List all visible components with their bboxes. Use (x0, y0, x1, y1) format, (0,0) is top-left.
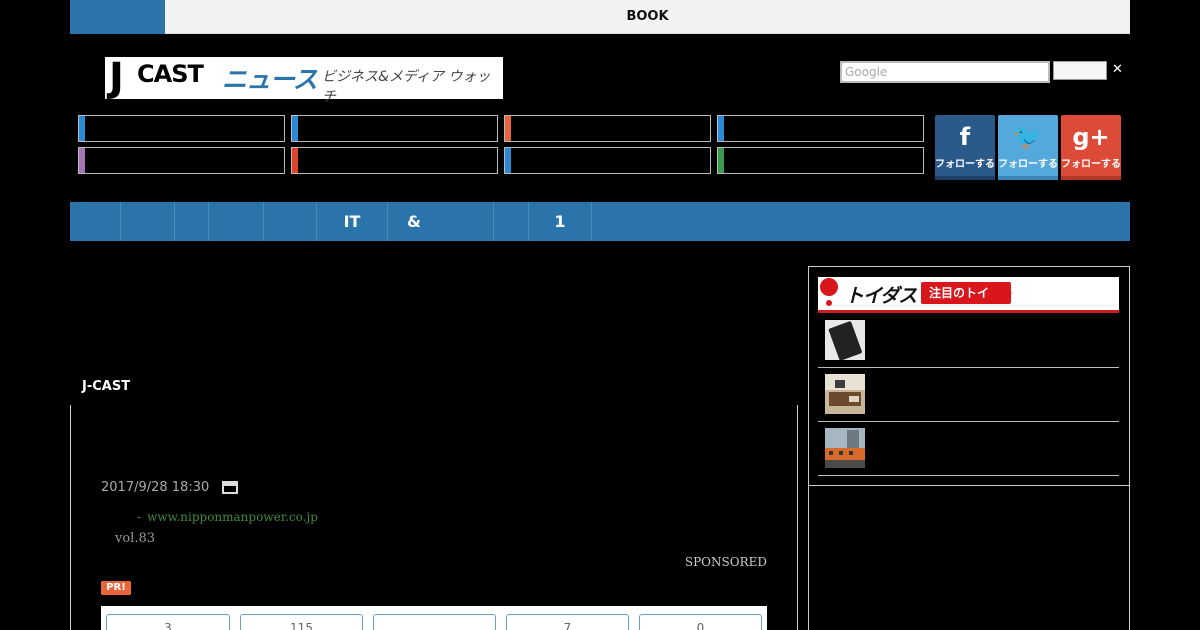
google-plus-follow-button[interactable]: g+ フォローする (1061, 115, 1121, 180)
sponsor-line: - www.nipponmanpower.co.jp (137, 510, 318, 524)
button-shadow (1061, 176, 1121, 180)
category-link[interactable] (504, 147, 711, 174)
main-nav: IT & 1 (70, 202, 1130, 241)
stat-button[interactable]: 3 (106, 614, 230, 630)
google-plus-icon: g+ (1072, 123, 1110, 151)
facebook-follow-button[interactable]: f フォローする (935, 115, 995, 180)
category-link[interactable] (291, 115, 498, 142)
stat-button[interactable]: 115 (240, 614, 363, 630)
category-color-bar (79, 116, 85, 141)
facebook-icon: f (959, 123, 971, 151)
category-color-bar (292, 116, 298, 141)
category-color-bar (292, 148, 298, 173)
nav-item[interactable] (121, 202, 175, 241)
sponsor-link[interactable]: www.nipponmanpower.co.jp (147, 510, 318, 524)
follow-label: フォローする (998, 159, 1058, 170)
button-shadow (998, 176, 1058, 180)
toigus-banner[interactable]: トイダス 注目のトイ (818, 277, 1119, 313)
logo-cast: CAST (137, 60, 204, 88)
pr-badge: PR! (101, 581, 131, 595)
category-color-bar (505, 116, 511, 141)
nav-item[interactable] (264, 202, 317, 241)
page: BOOK J CAST ニュース ビジネス&メディア ウォッチ Google ✕… (0, 0, 1200, 630)
stats-strip: 3 115 7 0 (101, 606, 767, 630)
top-bar: BOOK (70, 0, 1130, 34)
thumbnail-train (825, 428, 865, 468)
nav-item-it[interactable]: IT (317, 202, 388, 241)
sidebar-article-item[interactable] (818, 368, 1119, 422)
nav-item[interactable] (70, 202, 121, 241)
follow-label: フォローする (935, 159, 995, 170)
nav-item-one[interactable]: 1 (529, 202, 592, 241)
logo-news: ニュース (222, 65, 318, 94)
category-color-bar (505, 148, 511, 173)
category-link[interactable] (291, 147, 498, 174)
category-link[interactable] (78, 115, 285, 142)
logo-j: J (109, 55, 124, 101)
sponsored-label: SPONSORED (684, 555, 767, 569)
site-logo[interactable]: J CAST ニュース ビジネス&メディア ウォッチ (105, 55, 503, 105)
toigus-brand: トイダス (845, 285, 917, 307)
close-icon[interactable]: ✕ (1112, 62, 1123, 77)
print-icon[interactable] (222, 481, 238, 494)
question-mark-icon (820, 278, 838, 308)
arrow-icon (998, 282, 1012, 304)
volume-label: vol.83 (115, 531, 156, 546)
sidebar-article-item[interactable] (818, 422, 1119, 476)
section-label: J-CAST (82, 379, 131, 394)
top-bar-title[interactable]: BOOK (165, 0, 1130, 34)
button-shadow (935, 176, 995, 180)
category-color-bar (79, 148, 85, 173)
category-link[interactable] (504, 115, 711, 142)
sidebar-article-item[interactable] (818, 314, 1119, 368)
thumbnail-phone (825, 320, 865, 361)
twitter-follow-button[interactable]: 🐦 フォローする (998, 115, 1058, 180)
twitter-icon: 🐦 (1013, 123, 1043, 151)
nav-item-and[interactable]: & (388, 202, 494, 241)
logo-tagline: ビジネス&メディア ウォッチ (322, 69, 491, 105)
search-button[interactable] (1053, 61, 1107, 80)
sponsor-dash: - (137, 510, 142, 524)
category-link[interactable] (717, 147, 924, 174)
category-color-bar (718, 116, 724, 141)
category-link[interactable] (717, 115, 924, 142)
nav-item[interactable] (175, 202, 209, 241)
search-input[interactable]: Google (840, 61, 1050, 83)
stat-button[interactable]: 7 (506, 614, 629, 630)
stat-button[interactable]: 0 (639, 614, 762, 630)
thumbnail-room (825, 374, 865, 414)
top-bar-tab[interactable] (70, 0, 165, 34)
category-color-bar (718, 148, 724, 173)
sidebar-lower (808, 485, 1130, 630)
stat-button[interactable] (373, 614, 496, 630)
follow-label: フォローする (1061, 159, 1121, 170)
nav-item[interactable] (494, 202, 529, 241)
category-link[interactable] (78, 147, 285, 174)
article-date: 2017/9/28 18:30 (101, 480, 210, 495)
nav-item[interactable] (209, 202, 264, 241)
